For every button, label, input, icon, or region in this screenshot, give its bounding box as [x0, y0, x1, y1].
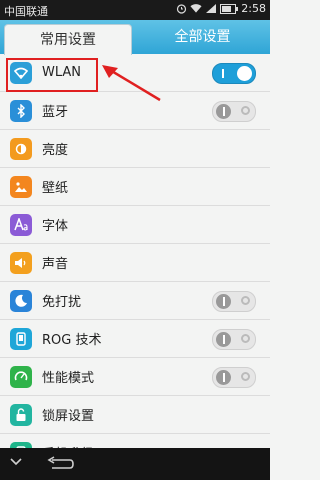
- setting-row-do-not-disturb[interactable]: 免打扰: [0, 282, 270, 320]
- settings-list: WLAN 蓝牙 亮度 壁纸 字体 声音 免打扰 ROG 技术 性能模式 锁屏设置: [0, 54, 270, 472]
- carrier-name: 中国联通: [4, 5, 48, 18]
- brightness-icon: [10, 137, 32, 160]
- setting-label: 性能模式: [42, 371, 95, 386]
- bluetooth-toggle[interactable]: [212, 101, 256, 122]
- setting-row-performance[interactable]: 性能模式: [0, 358, 270, 396]
- moon-icon: [10, 289, 32, 312]
- wifi-icon: [190, 3, 202, 15]
- setting-label: 字体: [42, 219, 69, 234]
- alarm-icon: [175, 3, 187, 15]
- lock-icon: [10, 403, 32, 426]
- setting-row-font[interactable]: 字体: [0, 206, 270, 244]
- setting-label: 免打扰: [42, 295, 82, 310]
- setting-label: 蓝牙: [42, 105, 69, 120]
- rog-toggle[interactable]: [212, 329, 256, 350]
- setting-row-brightness[interactable]: 亮度: [0, 130, 270, 168]
- back-icon[interactable]: [46, 456, 74, 472]
- status-bar: 中国联通 2:58: [0, 0, 270, 20]
- do-not-disturb-toggle[interactable]: [212, 291, 256, 312]
- setting-label: ROG 技术: [42, 333, 102, 348]
- font-icon: [10, 213, 32, 236]
- bluetooth-icon: [10, 99, 32, 122]
- setting-label: 壁纸: [42, 181, 69, 196]
- tab-bar: 常用设置 全部设置: [0, 20, 270, 55]
- rog-icon: [10, 327, 32, 350]
- annotation-highlight-box: [6, 58, 98, 92]
- setting-row-rog[interactable]: ROG 技术: [0, 320, 270, 358]
- tab-common-settings[interactable]: 常用设置: [4, 24, 132, 55]
- wallpaper-icon: [10, 175, 32, 198]
- wlan-toggle[interactable]: [212, 63, 256, 84]
- status-icons: 2:58: [175, 2, 266, 15]
- setting-label: 亮度: [42, 143, 69, 158]
- setting-row-lock-screen[interactable]: 锁屏设置: [0, 396, 270, 434]
- chevron-down-icon[interactable]: [10, 457, 22, 467]
- performance-icon: [10, 365, 32, 388]
- tab-all-settings[interactable]: 全部设置: [135, 20, 270, 54]
- performance-toggle[interactable]: [212, 367, 256, 388]
- setting-label: 锁屏设置: [42, 409, 95, 424]
- signal-icon: [205, 3, 217, 15]
- sound-icon: [10, 251, 32, 274]
- setting-row-wallpaper[interactable]: 壁纸: [0, 168, 270, 206]
- navigation-bar: [0, 448, 270, 480]
- setting-label: 声音: [42, 257, 69, 272]
- clock: 2:58: [241, 2, 266, 15]
- battery-icon: [220, 3, 239, 14]
- annotation-arrow-icon: [102, 65, 161, 102]
- setting-row-sound[interactable]: 声音: [0, 244, 270, 282]
